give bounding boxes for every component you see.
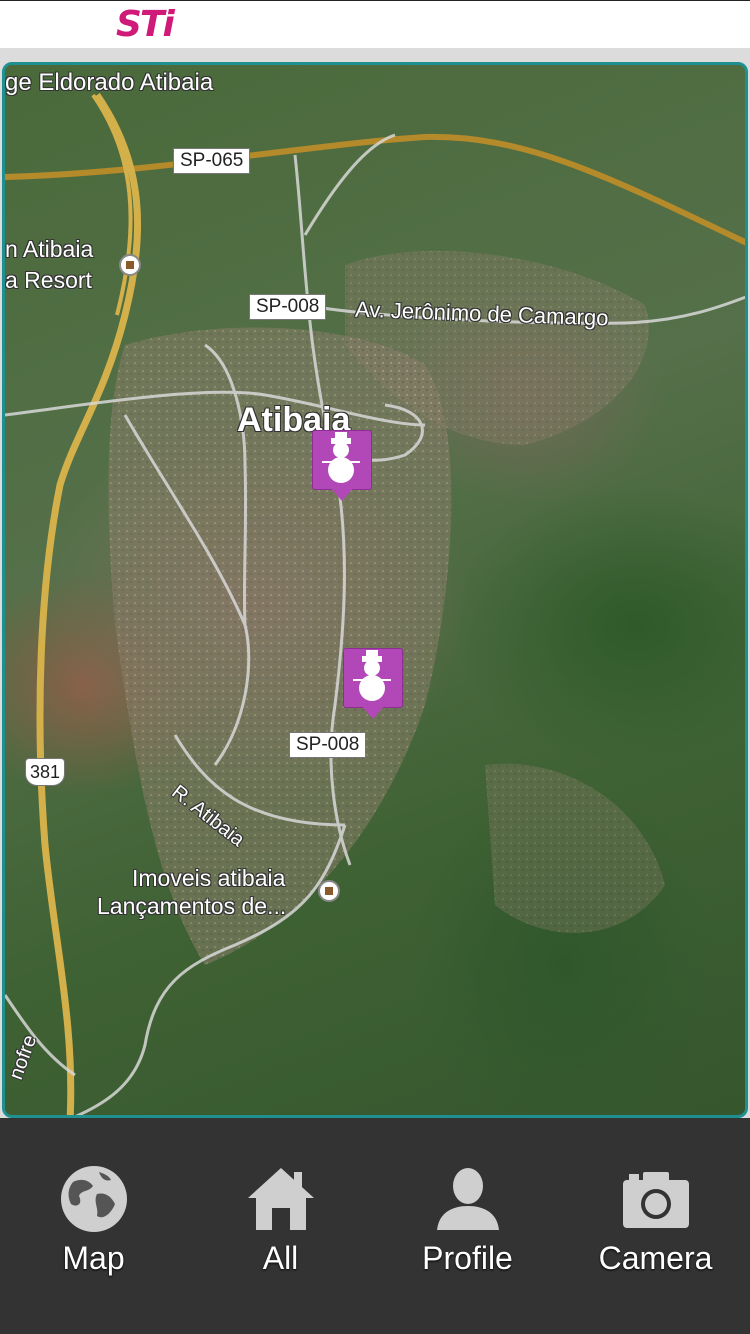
bottom-tab-bar: Map All Profile Camera [0, 1118, 750, 1334]
road-shield-381: 381 [25, 758, 66, 786]
place-label-resort-line1: n Atibaia [5, 236, 94, 262]
hotel-icon[interactable] [119, 254, 141, 276]
map-view[interactable]: ge Eldorado Atibaia n Atibaia a Resort A… [2, 62, 748, 1118]
shop-icon[interactable] [318, 880, 340, 902]
snowman-icon [353, 650, 391, 701]
road-shield-sp008-top: SP-008 [249, 294, 327, 320]
map-marker[interactable] [343, 648, 403, 722]
home-icon [247, 1168, 314, 1230]
tab-map-label: Map [62, 1240, 125, 1276]
tab-profile[interactable]: Profile [374, 1118, 561, 1334]
place-label-resort-line2: a Resort [5, 267, 92, 293]
place-label-eldorado: ge Eldorado Atibaia [5, 69, 214, 96]
poi-label-line2: Lançamentos de... [97, 893, 287, 919]
sti-logo[interactable]: STi [116, 7, 175, 43]
road-shield-sp008-bottom: SP-008 [289, 732, 367, 758]
camera-icon [622, 1172, 689, 1228]
map-roads [5, 93, 745, 1115]
tab-map[interactable]: Map [0, 1118, 187, 1334]
map-marker[interactable] [312, 430, 372, 504]
globe-icon [60, 1166, 127, 1232]
app-header: STi [0, 0, 750, 48]
person-icon [436, 1168, 499, 1230]
tab-camera-label: Camera [598, 1240, 713, 1276]
poi-label-line1: Imoveis atibaia [132, 865, 286, 891]
road-shield-sp065: SP-065 [173, 148, 251, 174]
tab-all-label: All [262, 1240, 299, 1276]
snowman-icon [322, 432, 360, 483]
tab-camera[interactable]: Camera [561, 1118, 750, 1334]
tab-profile-label: Profile [422, 1240, 513, 1276]
tab-all[interactable]: All [187, 1118, 374, 1334]
